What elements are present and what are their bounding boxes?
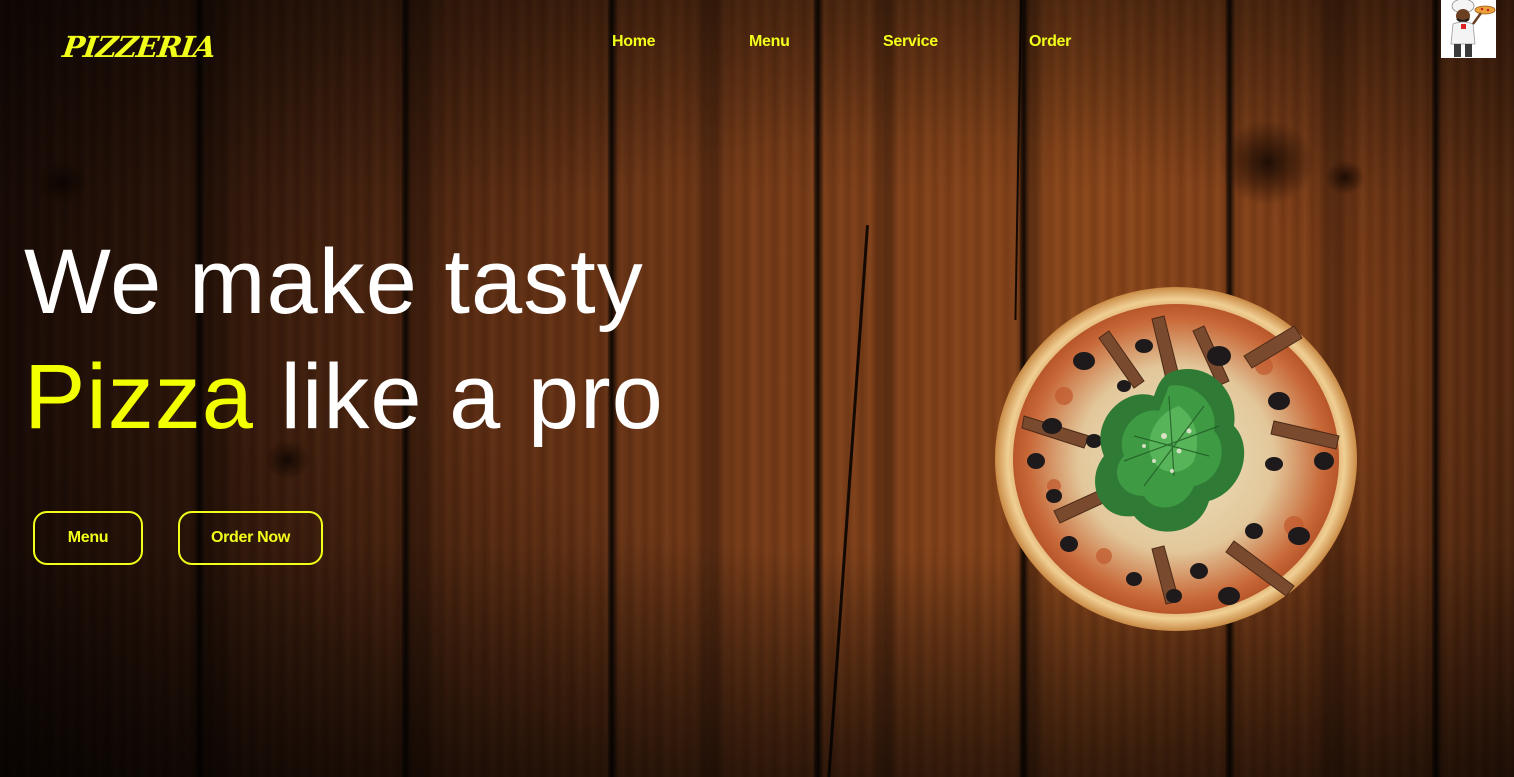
pizza-graphic xyxy=(995,287,1357,631)
main-nav: Home Menu Service Order xyxy=(0,33,1514,53)
order-now-button[interactable]: Order Now xyxy=(178,511,323,565)
chef-avatar-icon[interactable] xyxy=(1441,0,1496,58)
nav-link-home[interactable]: Home xyxy=(612,33,656,51)
hero-accent-word: Pizza xyxy=(24,346,254,448)
hero-headline-rest: like a pro xyxy=(253,346,664,448)
chef-avatar-graphic xyxy=(1441,0,1496,58)
nav-link-menu[interactable]: Menu xyxy=(749,33,790,51)
landing-page: PIZZERIA Home Menu Service Order We make… xyxy=(0,0,1514,777)
nav-link-service[interactable]: Service xyxy=(883,33,938,51)
nav-link-order[interactable]: Order xyxy=(1029,33,1071,51)
hero-headline-line1: We make tasty xyxy=(24,231,644,333)
menu-button[interactable]: Menu xyxy=(33,511,143,565)
pizza-image xyxy=(994,286,1358,632)
hero-headline-line2: Pizza like a pro xyxy=(24,345,664,450)
